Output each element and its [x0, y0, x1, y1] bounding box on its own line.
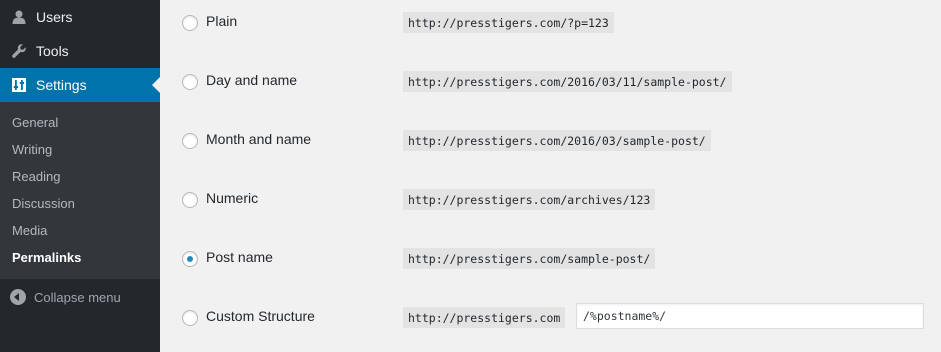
option-label[interactable]: Numeric [206, 190, 258, 206]
custom-structure-input[interactable] [576, 303, 924, 329]
collapse-arrow-icon [10, 289, 26, 305]
permalink-option-day-and-name: Day and name http://presstigers.com/2016… [160, 62, 941, 102]
sidebar-item-tools[interactable]: Tools [0, 34, 160, 68]
permalink-option-numeric: Numeric http://presstigers.com/archives/… [160, 180, 941, 220]
sidebar-item-settings[interactable]: Settings [0, 68, 160, 102]
day-and-name-radio[interactable] [182, 74, 198, 90]
example-url: http://presstigers.com/sample-post/ [403, 248, 656, 269]
sidebar-item-users[interactable]: Users [0, 0, 160, 34]
settings-submenu: General Writing Reading Discussion Media… [0, 102, 160, 279]
wrench-icon [9, 41, 29, 61]
permalink-option-custom-structure: Custom Structure http://presstigers.com [160, 298, 941, 338]
permalink-option-plain: Plain http://presstigers.com/?p=123 [160, 3, 941, 43]
example-url: http://presstigers.com/?p=123 [403, 12, 614, 33]
example-url: http://presstigers.com/2016/03/sample-po… [403, 130, 711, 151]
example-url-prefix: http://presstigers.com [403, 307, 566, 328]
numeric-radio[interactable] [182, 192, 198, 208]
settings-icon [9, 75, 29, 95]
submenu-item-media[interactable]: Media [12, 217, 47, 244]
plain-radio[interactable] [182, 15, 198, 31]
month-and-name-radio[interactable] [182, 133, 198, 149]
submenu-item-discussion[interactable]: Discussion [12, 190, 75, 217]
sidebar-item-label: Users [36, 9, 73, 25]
sidebar-item-label: Settings [36, 77, 87, 93]
collapse-menu-label: Collapse menu [34, 289, 121, 305]
option-label[interactable]: Plain [206, 13, 237, 29]
submenu-item-reading[interactable]: Reading [12, 163, 60, 190]
submenu-item-writing[interactable]: Writing [12, 136, 52, 163]
option-label[interactable]: Day and name [206, 72, 297, 88]
example-url: http://presstigers.com/archives/123 [403, 189, 656, 210]
permalink-option-post-name: Post name http://presstigers.com/sample-… [160, 239, 941, 279]
admin-sidebar: Users Tools Settings General Writing Rea… [0, 0, 160, 352]
example-url: http://presstigers.com/2016/03/11/sample… [403, 71, 732, 92]
collapse-menu-button[interactable]: Collapse menu [0, 282, 160, 312]
sidebar-item-label: Tools [36, 43, 69, 59]
option-label[interactable]: Post name [206, 249, 273, 265]
post-name-radio[interactable] [182, 251, 198, 267]
permalink-option-month-and-name: Month and name http://presstigers.com/20… [160, 121, 941, 161]
user-icon [9, 7, 29, 27]
custom-structure-radio[interactable] [182, 310, 198, 326]
submenu-item-permalinks[interactable]: Permalinks [12, 244, 81, 271]
option-label[interactable]: Month and name [206, 131, 311, 147]
submenu-item-general[interactable]: General [12, 109, 58, 136]
option-label[interactable]: Custom Structure [206, 308, 315, 324]
